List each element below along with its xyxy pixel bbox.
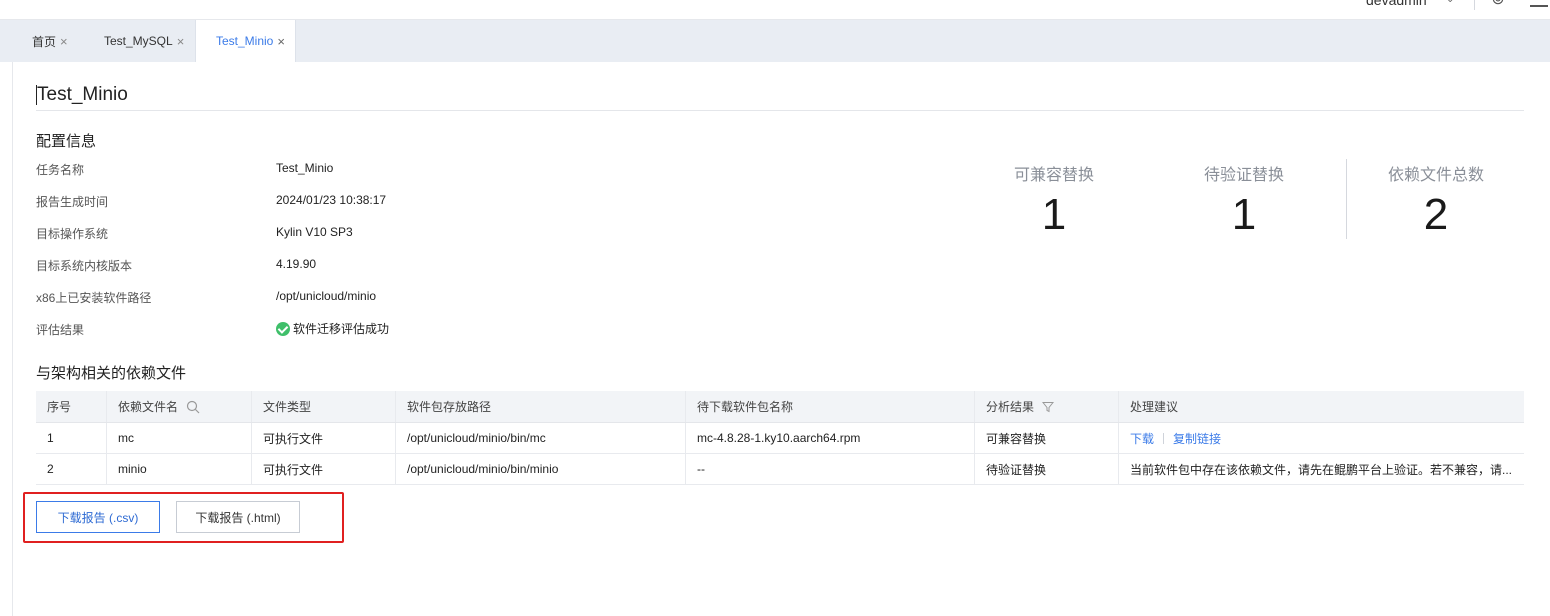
success-check-icon: [276, 321, 290, 336]
info-label-eval-result: 评估结果: [36, 323, 85, 337]
tab-test-minio[interactable]: Test_Minio ×: [195, 20, 296, 62]
info-value-task-name: Test_Minio: [276, 161, 334, 175]
cell-index: 2: [36, 454, 107, 484]
info-label-report-time: 报告生成时间: [36, 195, 109, 209]
stat-label: 可兼容替换: [1013, 167, 1094, 184]
info-value-report-time: 2024/01/23 10:38:17: [276, 193, 387, 207]
stat-label: 待验证替换: [1203, 167, 1284, 184]
close-icon[interactable]: ×: [177, 34, 185, 49]
stat-value: 2: [1423, 190, 1449, 239]
tab-home[interactable]: 首页 ×: [12, 20, 80, 62]
close-icon[interactable]: ×: [60, 34, 68, 49]
chevron-down-icon[interactable]: ⌄: [1446, 0, 1454, 5]
stat-label: 依赖文件总数: [1387, 167, 1484, 184]
col-advice: 处理建议: [1130, 400, 1179, 414]
tab-label: Test_MySQL: [104, 34, 173, 48]
info-value-install-path: /opt/unicloud/minio: [276, 289, 377, 303]
cell-result: 待验证替换: [975, 454, 1119, 484]
col-name-label: 依赖文件名: [118, 400, 179, 414]
cell-advice[interactable]: 当前软件包中存在该依赖文件，请先在鲲鹏平台上验证。若不兼容，请...: [1119, 454, 1524, 484]
download-html-button[interactable]: 下载报告 (.html): [176, 501, 300, 533]
tab-label: Test_Minio: [216, 34, 274, 48]
cell-type: 可执行文件: [252, 454, 396, 484]
username[interactable]: devadmin: [1366, 0, 1427, 8]
cell-package: --: [686, 454, 975, 484]
col-name[interactable]: 依赖文件名: [107, 391, 252, 422]
page-title: Test_Minio: [36, 84, 128, 106]
gear-icon[interactable]: [1489, 0, 1507, 6]
cell-path: /opt/unicloud/minio/bin/mc: [396, 423, 686, 453]
copy-link[interactable]: 复制链接: [1173, 430, 1221, 447]
deps-table: 序号 依赖文件名 文件类型 软件包存放路径 待下载软件包名称 分析结果 处理建议…: [36, 391, 1524, 485]
close-icon[interactable]: ×: [277, 34, 285, 49]
col-package: 待下载软件包名称: [686, 391, 975, 422]
filter-icon[interactable]: [1042, 401, 1055, 413]
stat-total-deps: 依赖文件总数 2: [1356, 161, 1516, 239]
deps-heading: 与架构相关的依赖文件: [36, 365, 187, 382]
menu-icon[interactable]: [1530, 5, 1548, 7]
cell-path: /opt/unicloud/minio/bin/minio: [396, 454, 686, 484]
divider: [36, 110, 1524, 111]
top-header: devadmin ⌄: [0, 0, 1550, 20]
cell-index: 1: [36, 423, 107, 453]
tab-test-mysql[interactable]: Test_MySQL ×: [84, 20, 196, 62]
tab-bar: 首页 × Test_MySQL × Test_Minio ×: [0, 20, 1550, 62]
col-result[interactable]: 分析结果: [975, 391, 1119, 422]
config-heading: 配置信息: [36, 133, 97, 150]
cell-name: minio: [107, 454, 252, 484]
download-link[interactable]: 下载: [1130, 430, 1154, 447]
info-label-task-name: 任务名称: [36, 163, 85, 177]
stat-value: 1: [1231, 190, 1257, 239]
col-path: 软件包存放路径: [396, 391, 686, 422]
info-label-kernel: 目标系统内核版本: [36, 259, 133, 273]
download-csv-button[interactable]: 下载报告 (.csv): [36, 501, 160, 533]
info-value-eval-result: 软件迁移评估成功: [276, 320, 389, 337]
cell-result: 可兼容替换: [975, 423, 1119, 453]
table-header: 序号 依赖文件名 文件类型 软件包存放路径 待下载软件包名称 分析结果 处理建议: [36, 391, 1524, 423]
info-label-install-path: x86上已安装软件路径: [36, 291, 152, 305]
tab-label: 首页: [32, 34, 57, 49]
stat-value: 1: [1041, 190, 1067, 239]
page-title-text: Test_Minio: [37, 84, 128, 105]
header-divider: [1474, 0, 1475, 10]
link-divider: [1163, 432, 1165, 444]
info-value-kernel: 4.19.90: [276, 257, 317, 271]
cell-package: mc-4.8.28-1.ky10.aarch64.rpm: [686, 423, 975, 453]
cell-name: mc: [107, 423, 252, 453]
eval-result-text: 软件迁移评估成功: [293, 322, 390, 336]
stat-compatible: 可兼容替换 1: [974, 161, 1134, 239]
col-type: 文件类型: [252, 391, 396, 422]
table-row: 1 mc 可执行文件 /opt/unicloud/minio/bin/mc mc…: [36, 423, 1524, 454]
cell-type: 可执行文件: [252, 423, 396, 453]
table-row: 2 minio 可执行文件 /opt/unicloud/minio/bin/mi…: [36, 454, 1524, 485]
info-value-target-os: Kylin V10 SP3: [276, 225, 353, 239]
cell-advice: 下载 复制链接: [1119, 423, 1524, 453]
stat-divider: [1346, 159, 1347, 239]
col-index: 序号: [36, 391, 107, 422]
search-icon[interactable]: [186, 400, 200, 414]
stat-pending: 待验证替换 1: [1164, 161, 1324, 239]
col-result-label: 分析结果: [986, 400, 1035, 414]
info-label-target-os: 目标操作系统: [36, 227, 109, 241]
